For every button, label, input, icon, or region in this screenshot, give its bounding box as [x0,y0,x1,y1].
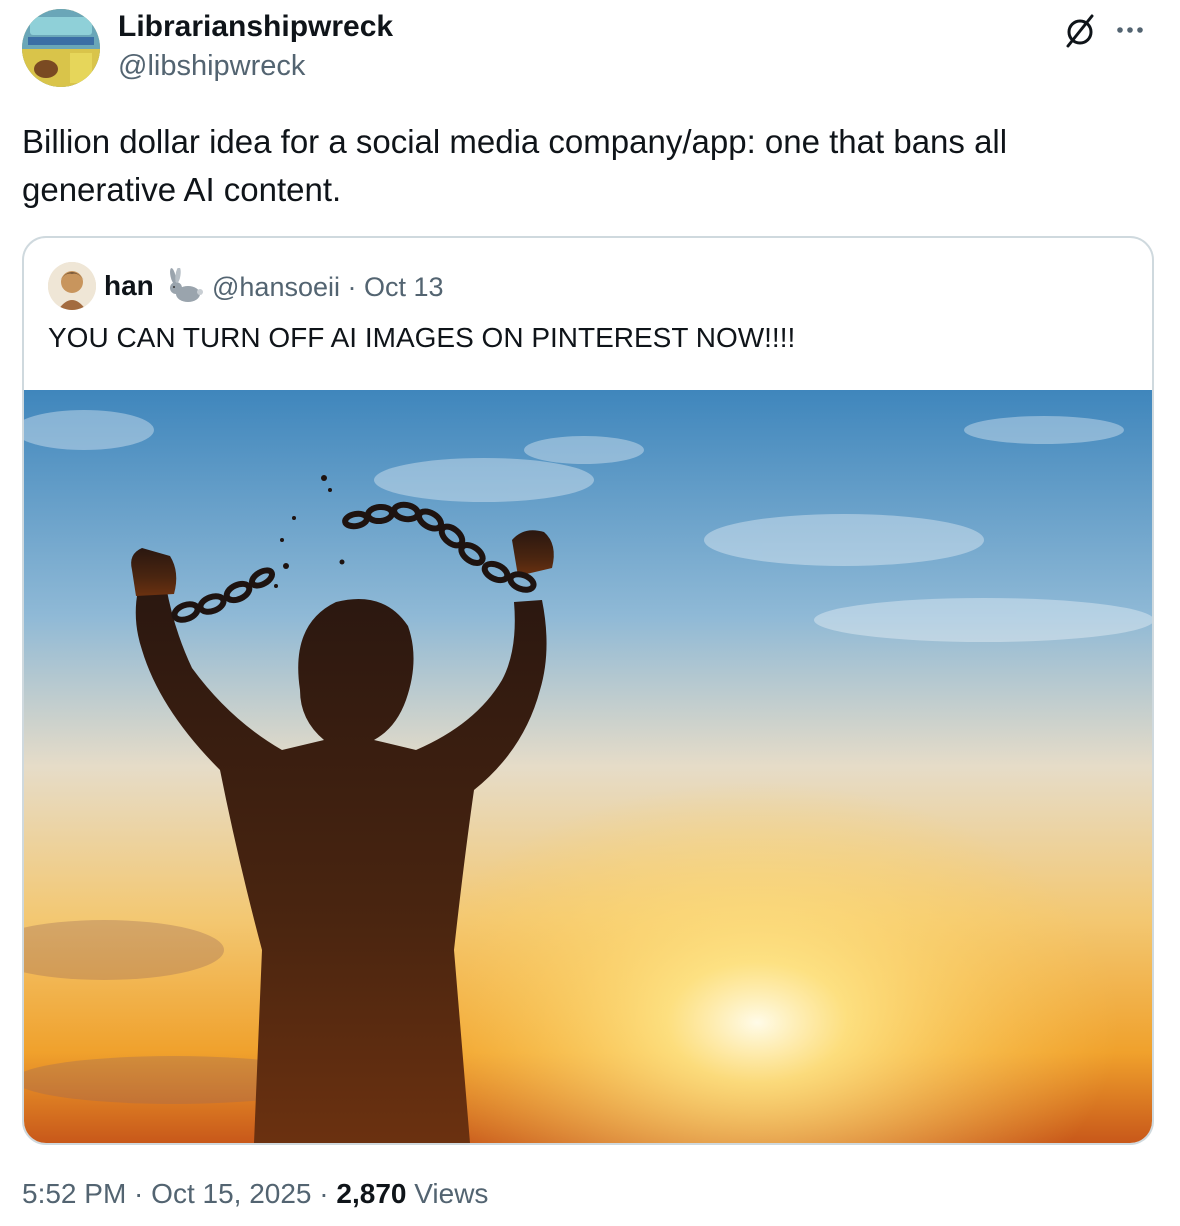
tweet-footer: 5:52 PM · Oct 15, 2025 · 2,870 Views [22,1178,488,1210]
quoted-author-handle[interactable]: @hansoeii [212,272,340,302]
quoted-author-avatar[interactable] [48,262,96,310]
quoted-date[interactable]: Oct 13 [364,272,444,302]
author-name[interactable]: Librarianshipwreck [118,10,393,44]
avatar-image [22,9,100,87]
views-label: Views [406,1178,489,1209]
quoted-tweet-card[interactable]: han @hansoeii · Oct 13 YOU CAN TURN OFF … [22,236,1154,1145]
footer-separator: · [311,1178,337,1209]
quoted-author-name[interactable]: han [104,270,154,302]
quoted-tweet-text: YOU CAN TURN OFF AI IMAGES ON PINTEREST … [48,322,796,353]
sunset-silhouette-image [24,390,1152,1143]
more-options-icon[interactable] [1110,10,1150,50]
quoted-meta: @hansoeii · Oct 13 [212,272,444,303]
meta-separator: · [340,272,364,302]
author-handle[interactable]: @libshipwreck [118,50,305,83]
author-avatar[interactable] [22,9,100,87]
grok-icon[interactable] [1060,10,1100,50]
tweet-text: Billion dollar idea for a social media c… [22,123,1008,208]
views-count[interactable]: 2,870 [336,1178,406,1209]
quoted-tweet-image[interactable] [24,390,1152,1143]
rabbit-emoji-icon [164,267,204,304]
tweet-timestamp[interactable]: 5:52 PM · Oct 15, 2025 [22,1178,312,1209]
quoted-avatar-image [48,262,96,310]
